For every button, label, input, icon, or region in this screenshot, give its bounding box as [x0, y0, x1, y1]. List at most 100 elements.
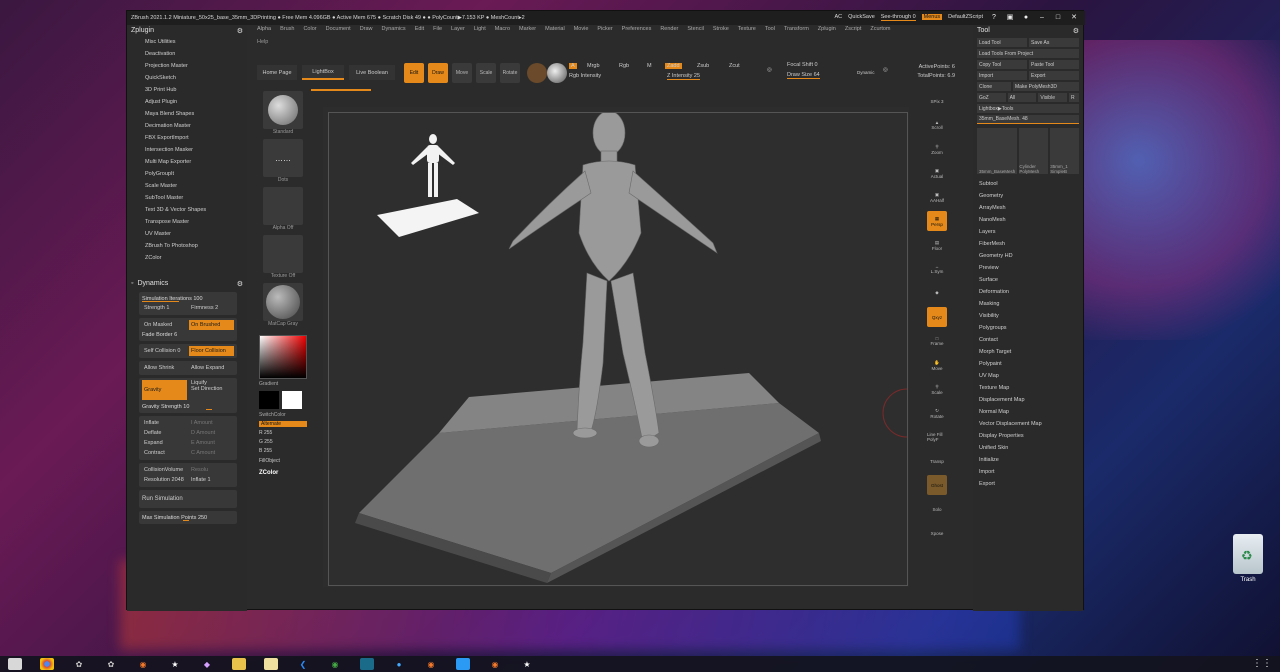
zcut-toggle[interactable]: Zcut [729, 63, 740, 69]
copy-tool-button[interactable]: Copy Tool [977, 60, 1027, 69]
rgb-intensity-slider[interactable]: Rgb Intensity [569, 73, 601, 79]
zplugin-item[interactable]: Misc Utilities [145, 36, 247, 48]
tool-subpalette-item[interactable]: Import [979, 466, 1083, 478]
gravity-button[interactable]: Gravity [142, 380, 187, 400]
app-icon[interactable]: ◉ [424, 658, 438, 670]
app-icon[interactable]: ✿ [72, 658, 86, 670]
app-icon[interactable]: ◆ [200, 658, 214, 670]
mrgb-toggle[interactable]: Mrgb [587, 63, 600, 69]
tool-subpalette-item[interactable]: UV Map [979, 370, 1083, 382]
menu-item[interactable]: Document [326, 26, 351, 36]
lightbox-button[interactable]: LightBox [302, 65, 344, 80]
menu-item[interactable]: Edit [415, 26, 424, 36]
zplugin-item[interactable]: Transpose Master [145, 216, 247, 228]
menu-item[interactable]: Tool [765, 26, 775, 36]
collision-volume-button[interactable]: CollisionVolume [142, 465, 187, 475]
zplugin-item[interactable]: Scale Master [145, 180, 247, 192]
goz-button[interactable]: GoZ [977, 93, 1006, 102]
menu-item[interactable]: Dynamics [382, 26, 406, 36]
rotate-mode-button[interactable]: Rotate [500, 63, 520, 83]
import-button[interactable]: Import [977, 71, 1027, 80]
minimize-icon[interactable]: – [1037, 14, 1047, 21]
menu-item[interactable]: Movie [574, 26, 589, 36]
zoom-button[interactable]: ⚲ Zoom [927, 139, 947, 159]
tool-subpalette-item[interactable]: Geometry HD [979, 250, 1083, 262]
zbrush-icon[interactable]: ★ [168, 658, 182, 670]
help-icon[interactable]: ? [989, 14, 999, 21]
dynamic-icon[interactable]: ◎ [883, 67, 888, 73]
zplugin-item[interactable]: Text 3D & Vector Shapes [145, 204, 247, 216]
deflate-amount-slider[interactable]: D Amount [189, 428, 234, 438]
deflate-button[interactable]: Deflate [142, 428, 187, 438]
tool-subpalette-item[interactable]: Subtool [979, 178, 1083, 190]
menu-item[interactable]: Preferences [622, 26, 652, 36]
menu-item[interactable]: Stencil [687, 26, 704, 36]
set-direction-button[interactable]: Set Direction [191, 386, 223, 392]
tool-subpalette-item[interactable]: Polypaint [979, 358, 1083, 370]
zplugin-item[interactable]: Maya Blend Shapes [145, 108, 247, 120]
strength-slider[interactable]: Strength 1 [142, 303, 187, 313]
document-viewport[interactable] [328, 112, 908, 586]
chrome-icon[interactable] [40, 658, 54, 670]
notes-icon[interactable] [264, 658, 278, 670]
tool-subpalette-item[interactable]: Normal Map [979, 406, 1083, 418]
menu-item[interactable]: Light [474, 26, 486, 36]
solo-button[interactable]: Solo [927, 499, 947, 519]
menu-item[interactable]: Alpha [257, 26, 271, 36]
trash-desktop-icon[interactable]: Trash [1230, 534, 1266, 583]
fill-object-button[interactable]: FillObject [259, 458, 307, 464]
zplugin-item[interactable]: FBX ExportImport [145, 132, 247, 144]
green-slider[interactable]: G 255 [259, 439, 307, 445]
tool-subpalette-item[interactable]: Export [979, 478, 1083, 490]
dynamics-header[interactable]: ◦ Dynamics ⚙ [127, 278, 247, 289]
menu-item[interactable]: Brush [280, 26, 294, 36]
tool-subpalette-item[interactable]: Surface [979, 274, 1083, 286]
app-icon[interactable]: ✿ [104, 658, 118, 670]
menu-item[interactable]: Zcurtom [870, 26, 890, 36]
tool-subpalette-item[interactable]: FiberMesh [979, 238, 1083, 250]
gear-icon[interactable]: ⚙ [1073, 27, 1079, 35]
allow-shrink-button[interactable]: Allow Shrink [142, 363, 187, 373]
lock-button[interactable]: ◆ [927, 283, 947, 303]
inflate-amount-slider[interactable]: I Amount [189, 418, 234, 428]
aahalf-button[interactable]: ▣ AAHalf [927, 187, 947, 207]
resolu-button[interactable]: Resolu [189, 465, 234, 475]
app-icon[interactable]: ◉ [328, 658, 342, 670]
focal-shift-slider[interactable]: Focal Shift 0 [787, 62, 818, 68]
scale-mode-button[interactable]: Scale [476, 63, 496, 83]
files-icon[interactable] [8, 658, 22, 670]
material-sphere-icon[interactable] [527, 63, 547, 83]
rotate-view-button[interactable]: ↻ Rotate [927, 403, 947, 423]
tool-subpalette-item[interactable]: Preview [979, 262, 1083, 274]
ghost-button[interactable]: Ghost [927, 475, 947, 495]
tool-subpalette-item[interactable]: NanoMesh [979, 214, 1083, 226]
tool-subpalette-item[interactable]: Morph Target [979, 346, 1083, 358]
vscode-icon[interactable]: ❮ [296, 658, 310, 670]
zplugin-item[interactable]: UV Master [145, 228, 247, 240]
load-tools-from-project-button[interactable]: Load Tools From Project [977, 49, 1079, 58]
m-toggle[interactable]: M [647, 63, 652, 69]
tool-subpalette-item[interactable]: Contact [979, 334, 1083, 346]
tool-subpalette-item[interactable]: Layers [979, 226, 1083, 238]
app-icon[interactable] [360, 658, 374, 670]
on-brushed-button[interactable]: On Brushed [189, 320, 234, 330]
tool-subpalette-item[interactable]: Display Properties [979, 430, 1083, 442]
menu-item[interactable]: Texture [738, 26, 756, 36]
draw-mode-button[interactable]: Draw [428, 63, 448, 83]
menus-toggle[interactable]: Menus [921, 14, 943, 20]
zplugin-item[interactable]: ZColor [145, 252, 247, 264]
tool-subpalette-item[interactable]: Masking [979, 298, 1083, 310]
ac-button[interactable]: AC [835, 14, 843, 20]
contract-button[interactable]: Contract [142, 448, 187, 458]
clone-button[interactable]: Clone [977, 82, 1011, 91]
a-toggle[interactable]: A [569, 63, 577, 69]
make-polymesh-button[interactable]: Make PolyMesh3D [1013, 82, 1079, 91]
export-button[interactable]: Export [1029, 71, 1079, 80]
floor-button[interactable]: ▤ Floor [927, 235, 947, 255]
zplugin-item[interactable]: SubTool Master [145, 192, 247, 204]
menu-item[interactable]: Marker [519, 26, 536, 36]
show-apps-icon[interactable]: ⋮⋮ [1252, 658, 1272, 669]
menu-item[interactable]: Stroke [713, 26, 729, 36]
contract-amount-slider[interactable]: C Amount [189, 448, 234, 458]
edit-mode-button[interactable]: Edit [404, 63, 424, 83]
